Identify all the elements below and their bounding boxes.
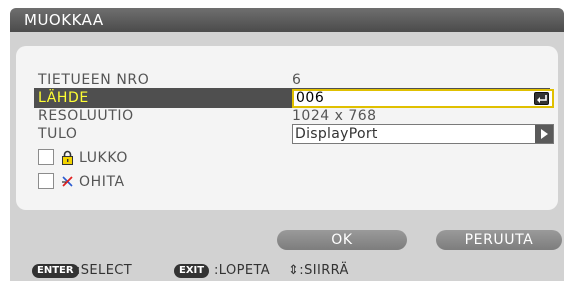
source-label: LÄHDE — [38, 90, 89, 106]
source-row[interactable]: LÄHDE 006 — [34, 88, 554, 108]
dialog-title: MUOKKAA — [24, 11, 104, 29]
key-hint-bar: ENTER :SELECT EXIT :LOPETA ⇕:SIIRRÄ — [10, 261, 564, 281]
record-number-value: 6 — [292, 72, 302, 88]
ok-button[interactable]: OK — [277, 230, 407, 250]
enter-key-badge: ENTER — [32, 264, 79, 278]
move-hint: ⇕:SIIRRÄ — [288, 263, 349, 278]
resolution-label: RESOLUUTIO — [38, 108, 134, 124]
exit-hint: :LOPETA — [214, 263, 271, 278]
resolution-row: RESOLUUTIO 1024 x 768 — [34, 106, 550, 126]
skip-icon — [61, 174, 74, 189]
cancel-button[interactable]: PERUUTA — [436, 230, 562, 250]
record-number-label: TIETUEEN NRO — [38, 72, 150, 88]
input-label: TULO — [38, 126, 78, 142]
lock-checkbox[interactable] — [38, 149, 54, 165]
lock-icon — [61, 150, 74, 165]
edit-dialog: MUOKKAA TIETUEEN NRO 6 LÄHDE 006 RESOLUU… — [0, 0, 574, 281]
enter-hint: :SELECT — [76, 263, 133, 278]
arrow-right-icon[interactable] — [535, 125, 553, 143]
fields-panel: TIETUEEN NRO 6 LÄHDE 006 RESOLUUTIO 1024… — [16, 46, 558, 210]
title-bar: MUOKKAA — [10, 8, 564, 32]
lock-label: LUKKO — [79, 150, 128, 166]
record-number-row: TIETUEEN NRO 6 — [34, 70, 550, 90]
resolution-value: 1024 x 768 — [292, 108, 377, 124]
skip-label: OHITA — [79, 174, 125, 190]
dialog-body: TIETUEEN NRO 6 LÄHDE 006 RESOLUUTIO 1024… — [10, 32, 564, 261]
source-input-value: 006 — [296, 90, 325, 106]
enter-icon[interactable] — [534, 92, 549, 105]
skip-checkbox[interactable] — [38, 173, 54, 189]
input-select[interactable]: DisplayPort — [292, 124, 554, 144]
input-select-value: DisplayPort — [295, 126, 378, 142]
exit-key-badge: EXIT — [174, 264, 210, 278]
input-row: TULO DisplayPort — [34, 124, 554, 144]
